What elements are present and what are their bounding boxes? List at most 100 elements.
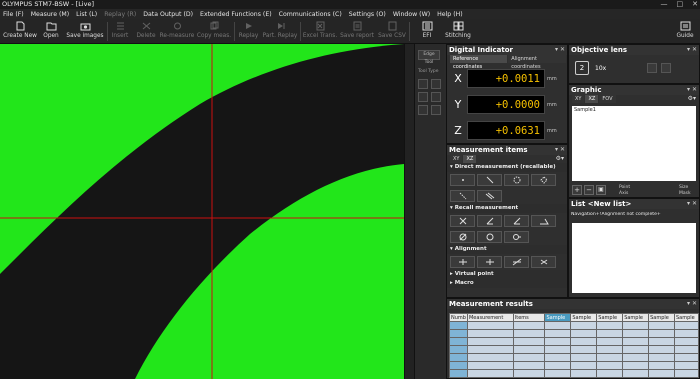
save-images-button[interactable]: Save images [66,20,104,43]
align-origin-icon[interactable] [450,256,475,268]
menu-window[interactable]: Window (W) [393,11,430,18]
tab-xy[interactable]: XY [450,155,463,163]
objective-prev-icon[interactable] [647,63,657,73]
tab-reference-coordinates[interactable]: Reference coordinates [450,55,508,70]
col-number[interactable]: Numb [449,313,468,322]
point-tool-icon[interactable] [418,92,428,102]
cross-measure-icon[interactable] [450,215,475,227]
edge-tool-button[interactable]: Edge Tool [418,50,440,65]
edge-angle-measure-icon[interactable] [531,215,556,227]
col-sample[interactable]: Sample [674,313,699,322]
replay-button[interactable]: Replay [237,20,260,43]
rect-measure-icon[interactable] [531,174,556,186]
tab-fov[interactable]: FOV [599,95,616,103]
panel-pin-close-icon[interactable]: ▾ ✕ [687,85,697,95]
objective-next-icon[interactable] [661,63,671,73]
menu-data-output[interactable]: Data Output (D) [143,11,193,18]
panel-pin-close-icon[interactable]: ▾ ✕ [555,145,565,155]
angle-measure-icon[interactable] [477,215,502,227]
diameter-measure-icon[interactable] [450,231,475,243]
panel-pin-close-icon[interactable]: ▾ ✕ [687,299,697,309]
stitching-button[interactable]: Stitching [442,20,474,43]
table-row[interactable] [449,361,699,370]
efi-button[interactable]: EFI [416,20,438,43]
table-row[interactable] [449,369,699,378]
panel-pin-close-icon[interactable]: ▾ ✕ [687,199,697,209]
align-axis-icon[interactable] [477,256,502,268]
section-alignment[interactable]: ▾ Alignment [447,245,567,254]
circle-tool-icon[interactable] [431,79,441,89]
col-sample[interactable]: Sample [596,313,624,322]
part-replay-button[interactable]: Part. Replay [261,20,299,43]
circle-measure-icon[interactable] [504,174,529,186]
table-row[interactable] [449,329,699,338]
col-measurement[interactable]: Measurement [466,313,514,322]
zoom-in-icon[interactable]: + [572,185,582,195]
tab-xy[interactable]: XY [572,95,585,103]
menu-help[interactable]: Help (H) [437,11,463,18]
graphic-canvas[interactable]: Sample1 [572,106,696,181]
table-row[interactable] [449,321,699,330]
copy-meas-button[interactable]: Copy meas. [196,20,232,43]
table-row[interactable] [449,337,699,346]
list-content[interactable] [572,223,696,293]
col-sample[interactable]: Sample [622,313,650,322]
tab-xz[interactable]: XZ [463,155,477,163]
insert-button[interactable]: Insert [110,20,130,43]
circle-line-icon[interactable] [504,231,529,243]
guide-button[interactable]: Guide [672,20,698,43]
table-row[interactable] [449,353,699,362]
menu-replay[interactable]: Replay (R) [104,11,136,18]
menu-settings[interactable]: Settings (O) [349,11,386,18]
view-scrollbar[interactable] [404,44,414,379]
parallel-measure-icon[interactable] [477,190,502,202]
distance-measure-icon[interactable] [477,174,502,186]
auto-tool-icon[interactable] [418,105,428,115]
table-row[interactable] [449,345,699,354]
arc-tool-icon[interactable] [431,92,441,102]
save-report-button[interactable]: Save report [338,20,376,43]
align-points-icon[interactable] [531,256,556,268]
fit-view-icon[interactable]: ▣ [596,185,606,195]
col-sample[interactable]: Sample [648,313,675,322]
settings-gear-icon[interactable]: ⚙▾ [688,95,699,103]
panel-pin-close-icon[interactable]: ▾ ✕ [555,45,565,55]
line-measure-icon[interactable] [450,190,475,202]
remeasure-button[interactable]: Re-measure [158,20,196,43]
circle-distance-icon[interactable] [477,231,502,243]
col-items[interactable]: Items [512,313,546,322]
col-sample[interactable]: Sample [570,313,598,322]
open-button[interactable]: Open [40,20,62,43]
close-button[interactable]: ✕ [692,0,698,9]
zoom-out-icon[interactable]: − [584,185,594,195]
results-table[interactable]: Numb Measurement Items Sample Sample Sam… [449,313,699,378]
tab-xz[interactable]: XZ [585,95,599,103]
menu-measure[interactable]: Measure (M) [31,11,69,18]
menu-list[interactable]: List (L) [76,11,97,18]
point-measure-icon[interactable] [450,174,475,186]
menu-file[interactable]: File (F) [3,11,24,18]
line-tool-icon[interactable] [418,79,428,89]
section-macro[interactable]: ▸ Macro [447,279,567,288]
create-new-button[interactable]: Create New [2,20,38,43]
align-rotate-icon[interactable] [504,256,529,268]
box-tool-icon[interactable] [431,105,441,115]
indicator-value: +0.0011 [467,69,545,88]
col-sample[interactable]: Sample [544,313,572,322]
panel-pin-close-icon[interactable]: ▾ ✕ [687,45,697,55]
menu-extended-functions[interactable]: Extended Functions (E) [200,11,272,18]
section-direct-measurement[interactable]: ▾ Direct measurement (recallable) [447,163,567,172]
section-recall-measurement[interactable]: ▾ Recall measurement [447,204,567,213]
section-virtual-point[interactable]: ▸ Virtual point [447,270,567,279]
maximize-button[interactable]: □ [677,0,684,9]
arc-angle-measure-icon[interactable] [504,215,529,227]
delete-button[interactable]: Delete [134,20,158,43]
menu-communications[interactable]: Communications (C) [279,11,342,18]
live-image-view[interactable] [0,44,404,379]
save-report-label: Save report [340,33,374,39]
settings-gear-icon[interactable]: ⚙▾ [556,155,567,163]
save-csv-button[interactable]: Save CSV [377,20,407,43]
tab-alignment-coordinates[interactable]: Alignment coordinates [508,55,566,70]
excel-trans-button[interactable]: Excel Trans. [302,20,338,43]
minimize-button[interactable]: — [661,0,668,9]
